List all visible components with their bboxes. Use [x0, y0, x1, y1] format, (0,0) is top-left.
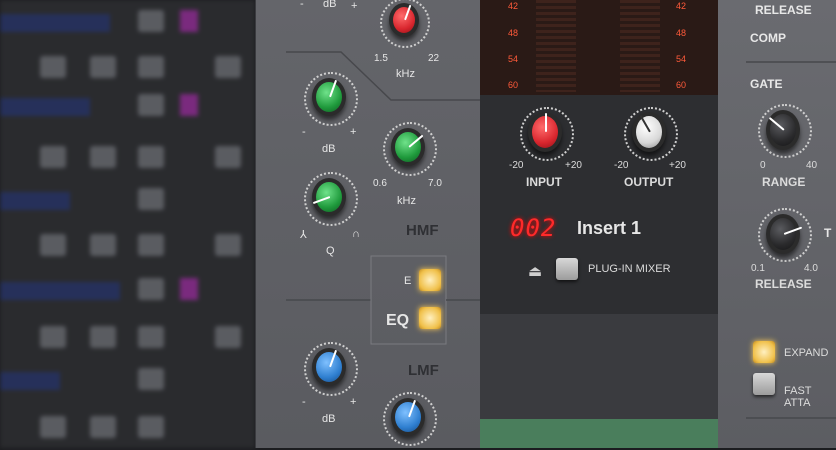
gate-label: GATE — [750, 77, 783, 91]
eq-section-dividers — [286, 51, 480, 345]
expand-button[interactable] — [753, 341, 775, 363]
input-knob[interactable] — [528, 112, 562, 152]
release-max: 4.0 — [804, 263, 818, 274]
hmf-gain-minus: - — [302, 126, 306, 138]
q-narrow-symbol: ⅄ — [300, 229, 307, 241]
eq-panel: dB + - 1.5 22 kHz - + dB 0.6 7.0 kHz ⅄ ∩… — [255, 0, 480, 448]
track-row[interactable] — [0, 228, 255, 268]
track-row[interactable] — [0, 4, 255, 44]
meter-scale-right: 60 — [676, 80, 687, 90]
meter-scale-right: 42 — [676, 1, 687, 11]
lmf-gain-minus: - — [302, 396, 306, 408]
track-row[interactable] — [0, 362, 255, 402]
output-label: OUTPUT — [624, 175, 674, 189]
plug-in-mixer-icon: ⏏ — [528, 263, 543, 280]
hmf-freq-khz-label: kHz — [397, 195, 416, 207]
track-row[interactable] — [0, 272, 255, 312]
eq-in-button[interactable] — [419, 307, 441, 329]
output-max: +20 — [669, 160, 686, 171]
track-row[interactable] — [0, 88, 255, 128]
hf-gain-db-label: dB — [323, 0, 337, 10]
q-knob[interactable] — [312, 178, 346, 216]
lmf-gain-plus: + — [350, 396, 357, 408]
plug-in-mixer-label: PLUG-IN MIXER — [588, 263, 671, 275]
track-row[interactable] — [0, 182, 255, 222]
output-min: -20 — [614, 160, 629, 171]
hmf-gain-knob[interactable] — [312, 78, 346, 116]
hmf-section-title: HMF — [406, 222, 439, 239]
track-row[interactable] — [0, 140, 255, 180]
range-min: 0 — [760, 160, 766, 171]
hf-freq-max: 22 — [428, 53, 440, 64]
meter-scale-left: 42 — [508, 1, 519, 11]
release-label: RELEASE — [755, 277, 812, 291]
expand-label: EXPAND — [784, 347, 829, 359]
meter-scale-right: 48 — [676, 28, 687, 38]
lmf-gain-knob[interactable] — [312, 348, 346, 386]
hmf-gain-plus: + — [350, 126, 357, 138]
input-max: +20 — [565, 160, 582, 171]
hmf-freq-min: 0.6 — [373, 178, 387, 189]
hf-freq-knob[interactable] — [389, 3, 419, 37]
hmf-freq-knob[interactable] — [391, 128, 425, 166]
comp-label: COMP — [750, 31, 786, 45]
track-list-background — [0, 0, 255, 448]
meter-scale-left: 60 — [508, 80, 519, 90]
insert-name: Insert 1 — [577, 218, 642, 238]
hf-gain-plus-label: + — [351, 0, 358, 12]
track-row[interactable] — [0, 410, 255, 450]
track-row[interactable] — [0, 320, 255, 360]
output-knob[interactable] — [632, 112, 666, 152]
e-button[interactable] — [419, 269, 441, 291]
fast-attack-label: FAST ATTA — [784, 385, 812, 409]
range-knob[interactable] — [766, 110, 800, 150]
e-label: E — [404, 275, 412, 287]
meter-bridge: 42 48 54 60 42 48 54 60 — [480, 0, 718, 95]
q-wide-symbol: ∩ — [352, 228, 360, 240]
output-meter — [620, 0, 660, 92]
release-top-label: RELEASE — [755, 3, 812, 17]
range-label: RANGE — [762, 175, 806, 189]
lmf-section-title: LMF — [408, 362, 439, 379]
truncated-label: T — [824, 226, 832, 240]
release-knob[interactable] — [766, 214, 803, 254]
hf-freq-khz-label: kHz — [396, 68, 415, 80]
fast-attack-button[interactable] — [753, 373, 775, 395]
lmf-freq-knob[interactable] — [391, 398, 425, 436]
green-strip — [480, 419, 718, 448]
hmf-freq-max: 7.0 — [428, 178, 442, 189]
lmf-gain-db-label: dB — [322, 413, 336, 425]
input-min: -20 — [509, 160, 524, 171]
meter-scale-left: 54 — [508, 54, 519, 64]
hf-gain-minus-label: - — [300, 0, 304, 10]
track-row[interactable] — [0, 50, 255, 90]
meter-scale-left: 48 — [508, 28, 519, 38]
input-meter — [536, 0, 576, 92]
hmf-gain-db-label: dB — [322, 143, 336, 155]
meter-scale-right: 54 — [676, 54, 687, 64]
range-max: 40 — [806, 160, 818, 171]
input-label: INPUT — [526, 175, 562, 189]
eq-label: EQ — [386, 312, 410, 329]
plug-in-mixer-button[interactable] — [556, 258, 578, 280]
insert-number-display: 002 — [510, 214, 557, 242]
q-label: Q — [326, 245, 335, 257]
hf-freq-min: 1.5 — [374, 53, 388, 64]
lower-panel — [480, 314, 718, 419]
release-min: 0.1 — [751, 263, 765, 274]
